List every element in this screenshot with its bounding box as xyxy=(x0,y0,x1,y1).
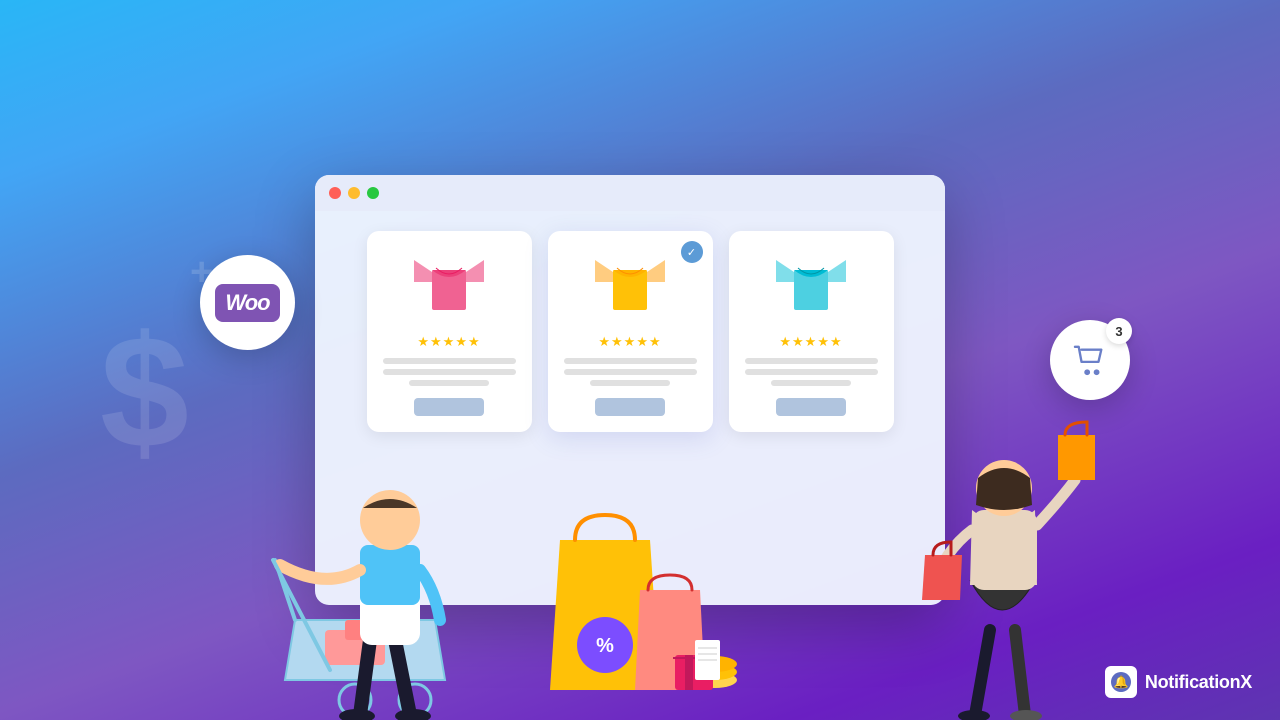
line-2b xyxy=(564,369,697,375)
line-3b xyxy=(745,369,878,375)
tshirt-image-1 xyxy=(409,247,489,322)
browser-dot-green xyxy=(367,187,379,199)
cart-count: 3 xyxy=(1106,318,1132,344)
browser-dot-yellow xyxy=(348,187,360,199)
man-figure xyxy=(185,360,485,720)
notificationx-icon: 🔔 xyxy=(1105,666,1137,698)
browser-titlebar xyxy=(315,175,945,211)
product-lines-3 xyxy=(745,358,878,386)
svg-text:%: % xyxy=(596,635,614,657)
line-2c xyxy=(590,380,670,386)
svg-text:🔔: 🔔 xyxy=(1113,675,1128,689)
dollar-watermark: $ xyxy=(100,300,189,484)
stars-3: ★★★★★ xyxy=(779,334,842,350)
stars-2: ★★★★★ xyxy=(598,334,661,350)
tshirt-image-3 xyxy=(771,247,851,322)
product-card-3: ★★★★★ xyxy=(729,231,894,432)
notificationx-brand: 🔔 NotificationX xyxy=(1105,666,1252,698)
nx-logo-icon: 🔔 xyxy=(1110,671,1132,693)
woo-text: Woo xyxy=(225,290,269,316)
woo-badge: Woo xyxy=(200,255,295,350)
line-3c xyxy=(771,380,851,386)
add-to-cart-2[interactable] xyxy=(595,398,665,416)
woo-inner: Woo xyxy=(215,284,279,322)
line-2a xyxy=(564,358,697,364)
stars-1: ★★★★★ xyxy=(417,334,480,350)
tshirt-svg-1 xyxy=(414,252,484,317)
browser-dot-red xyxy=(329,187,341,199)
center-bags: % xyxy=(530,460,760,720)
line-3a xyxy=(745,358,878,364)
cart-icon xyxy=(1072,344,1108,376)
notificationx-label: NotificationX xyxy=(1145,672,1252,693)
add-to-cart-3[interactable] xyxy=(776,398,846,416)
tshirt-svg-3 xyxy=(776,252,846,317)
check-badge-2: ✓ xyxy=(681,241,703,263)
tshirt-svg-2 xyxy=(595,252,665,317)
product-card-2: ✓ ★★★★★ xyxy=(548,231,713,432)
product-lines-2 xyxy=(564,358,697,386)
tshirt-image-2 xyxy=(590,247,670,322)
cart-badge: 3 xyxy=(1050,320,1130,400)
